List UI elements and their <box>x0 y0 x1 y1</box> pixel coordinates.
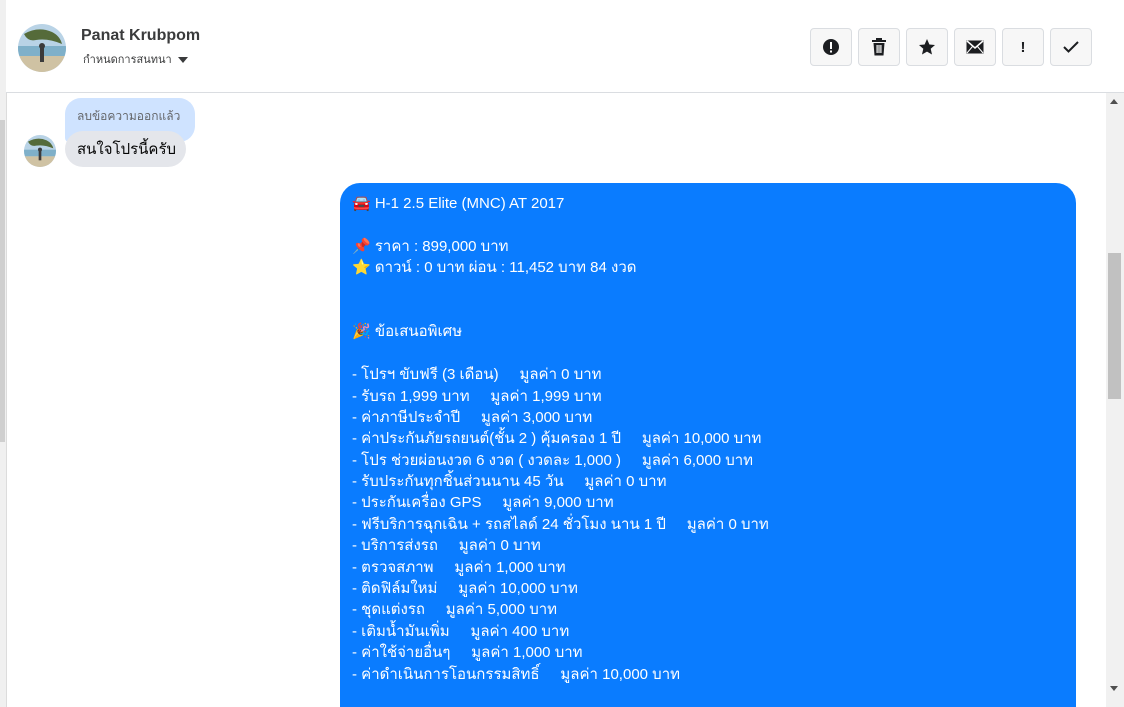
incoming-message-bubble[interactable]: สนใจโปรนี้ครับ <box>65 131 186 167</box>
sender-avatar[interactable] <box>24 135 56 167</box>
scroll-thumb[interactable] <box>1108 253 1121 399</box>
delete-button[interactable] <box>858 28 900 66</box>
conversation-status-dropdown[interactable]: กำหนดการสนทนา <box>83 50 188 68</box>
message-line: - ติดฟิล์มใหม่ มูลค่า 10,000 บาท <box>352 580 578 598</box>
scroll-up-arrow-icon[interactable] <box>1110 99 1118 104</box>
message-line: ⭐ ดาวน์ : 0 บาท ผ่อน : 11,452 บาท 84 งวด <box>352 259 637 277</box>
message-line: - ค่าดำเนินการโอนกรรมสิทธิ์ มูลค่า 10,00… <box>352 665 681 683</box>
conversation-header: Panat Krubpom กำหนดการสนทนา ! <box>6 4 1124 93</box>
message-line: - เติมน้ำมันเพิ่ม มูลค่า 400 บาท <box>352 622 570 640</box>
contact-name: Panat Krubpom <box>81 27 201 44</box>
message-line: - รับรถ 1,999 บาท มูลค่า 1,999 บาท <box>352 387 602 405</box>
star-button[interactable] <box>906 28 948 66</box>
report-icon <box>823 39 839 55</box>
incoming-message-text: สนใจโปรนี้ครับ <box>77 141 177 158</box>
message-line: - ฟรีบริการฉุกเฉิน + รถสไลด์ 24 ชั่วโมง … <box>352 515 769 533</box>
message-line: - รับประกันทุกชิ้นส่วนนาน 45 วัน มูลค่า … <box>352 473 667 491</box>
message-line: - ค่าภาษีประจำปี มูลค่า 3,000 บาท <box>352 408 593 426</box>
message-line: - ค่าประกันภัยรถยนต์(ชั้น 2 ) คุ้มครอง 1… <box>352 430 762 448</box>
message-thread[interactable]: ลบข้อความออกแล้ว สนใจโปรนี้ครับ 🚘 H-1 2.… <box>6 93 1106 707</box>
left-scroll-thumb[interactable] <box>0 120 5 442</box>
message-line: - โปร ช่วยผ่อนงวด 6 งวด ( งวดละ 1,000 ) … <box>352 451 754 469</box>
scroll-down-arrow-icon[interactable] <box>1110 686 1118 691</box>
mark-important-button[interactable]: ! <box>1002 28 1044 66</box>
mark-done-button[interactable] <box>1050 28 1092 66</box>
message-line: 🎉 ข้อเสนอพิเศษ <box>352 323 463 341</box>
message-line: 📌 ราคา : 899,000 บาท <box>352 237 509 255</box>
avatar[interactable] <box>18 24 66 72</box>
mail-button[interactable] <box>954 28 996 66</box>
star-icon <box>919 39 935 55</box>
thread-scrollbar[interactable] <box>1106 93 1124 707</box>
message-line: - ค่าใช้จ่ายอื่นๆ มูลค่า 1,000 บาท <box>352 644 583 662</box>
message-line: - ตรวจสภาพ มูลค่า 1,000 บาท <box>352 558 566 576</box>
mail-icon <box>966 40 984 54</box>
header-actions: ! <box>810 28 1092 66</box>
deleted-message-notice: ลบข้อความออกแล้ว <box>77 109 181 123</box>
check-icon <box>1063 41 1079 53</box>
report-button[interactable] <box>810 28 852 66</box>
message-line: - ประกันเครื่อง GPS มูลค่า 9,000 บาท <box>352 494 614 512</box>
message-line: 🚘 H-1 2.5 Elite (MNC) AT 2017 <box>352 195 565 212</box>
conversation-status-label: กำหนดการสนทนา <box>83 54 172 66</box>
outgoing-message-bubble[interactable]: 🚘 H-1 2.5 Elite (MNC) AT 2017 📌 ราคา : 8… <box>340 183 1076 707</box>
trash-icon <box>872 38 886 56</box>
exclamation-icon: ! <box>1020 38 1026 56</box>
message-line: - บริการส่งรถ มูลค่า 0 บาท <box>352 537 541 555</box>
message-line: - โปรฯ ขับฟรี (3 เดือน) มูลค่า 0 บาท <box>352 366 602 384</box>
caret-down-icon <box>177 56 188 63</box>
message-line: - ชุดแต่งรถ มูลค่า 5,000 บาท <box>352 601 558 619</box>
